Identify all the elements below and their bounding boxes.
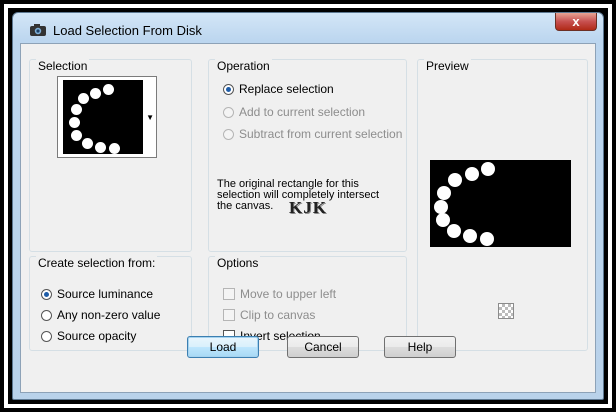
selection-picker[interactable]: ▼	[57, 76, 157, 158]
camera-icon	[30, 24, 46, 36]
checkbox[interactable]	[223, 309, 235, 321]
cancel-button[interactable]: Cancel	[287, 336, 359, 358]
checkbox-clip-to-canvas[interactable]: Clip to canvas	[223, 307, 315, 323]
options-group-title: Options	[215, 256, 261, 270]
radio-label: Subtract from current selection	[239, 127, 403, 141]
kjk-watermark: KJK	[289, 198, 327, 217]
radio-source-luminance[interactable]: Source luminance	[41, 286, 153, 302]
radio-any-non-zero[interactable]: Any non-zero value	[41, 307, 160, 323]
selection-group: Selection ▼	[29, 59, 192, 252]
radio-source-opacity[interactable]: Source opacity	[41, 328, 136, 344]
checkerboard-icon[interactable]	[498, 303, 514, 319]
preview-group: Preview	[417, 59, 588, 351]
radio-label: Replace selection	[239, 82, 334, 96]
selection-thumbnail	[63, 80, 143, 154]
radio-label: Add to current selection	[239, 105, 366, 119]
preview-group-title: Preview	[424, 59, 471, 73]
create-from-group-title: Create selection from:	[36, 256, 158, 270]
radio-button[interactable]	[223, 83, 234, 95]
radio-label: Any non-zero value	[57, 308, 161, 322]
radio-label: Source luminance	[57, 287, 154, 301]
selection-group-title: Selection	[36, 59, 90, 73]
checkbox-move-upper-left[interactable]: Move to upper left	[223, 286, 336, 302]
dialog-window: Load Selection From Disk x Selection ▼ O…	[12, 12, 604, 400]
radio-button[interactable]	[223, 128, 234, 140]
radio-button[interactable]	[41, 309, 52, 321]
window-title: Load Selection From Disk	[53, 23, 202, 38]
radio-button[interactable]	[41, 330, 52, 342]
radio-label: Source opacity	[57, 329, 137, 343]
radio-replace-selection[interactable]: Replace selection	[223, 81, 334, 97]
checkbox[interactable]	[223, 288, 235, 300]
operation-group: Operation Replace selection Add to curre…	[208, 59, 407, 252]
help-button[interactable]: Help	[384, 336, 456, 358]
close-button[interactable]: x	[555, 13, 597, 31]
radio-add-to-selection[interactable]: Add to current selection	[223, 104, 365, 120]
preview-image	[430, 160, 571, 247]
operation-group-title: Operation	[215, 59, 272, 73]
title-bar[interactable]: Load Selection From Disk x	[13, 13, 603, 43]
radio-button[interactable]	[41, 288, 52, 300]
radio-button[interactable]	[223, 106, 234, 118]
load-button[interactable]: Load	[187, 336, 259, 358]
chevron-down-icon[interactable]: ▼	[146, 113, 154, 122]
create-from-group: Create selection from: Source luminance …	[29, 256, 192, 351]
checkbox-label: Move to upper left	[240, 287, 337, 301]
radio-subtract-from-selection[interactable]: Subtract from current selection	[223, 126, 402, 142]
dialog-client-area: Selection ▼ Operation Replace selection …	[20, 43, 596, 393]
checkbox-label: Clip to canvas	[240, 308, 316, 322]
